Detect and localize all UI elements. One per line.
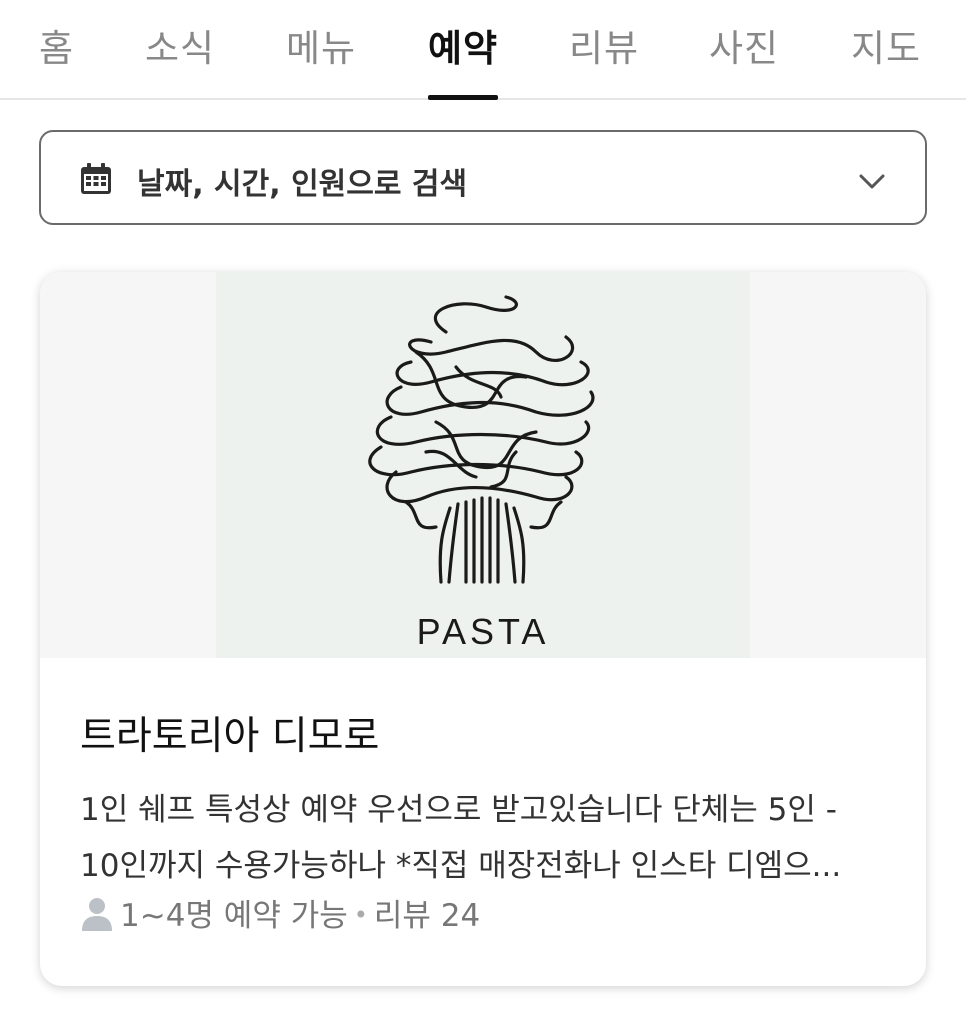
tab-reservation-label: 예약 (428, 27, 499, 70)
calendar-icon (81, 163, 111, 194)
active-tab-indicator (428, 95, 499, 100)
card-meta: 1~4명 예약 가능 • 리뷰 24 (80, 890, 480, 935)
person-icon (82, 898, 112, 931)
search-label: 날짜, 시간, 인원으로 검색 (137, 167, 468, 202)
card-image-area: PASTA (40, 272, 926, 658)
tab-menu[interactable]: 메뉴 (286, 18, 356, 100)
pasta-tree-logo: PASTA (368, 295, 595, 652)
restaurant-description: 1인 쉐프 특성상 예약 우선으로 받고있습니다 단체는 5인 - 10인까지 … (80, 782, 880, 894)
meta-separator: • (353, 901, 368, 929)
restaurant-card[interactable]: PASTA 트라토리아 디모로 1인 쉐프 특성상 예약 우선으로 받고있습니다… (40, 272, 926, 986)
tab-photos[interactable]: 사진 (709, 18, 779, 100)
tab-reservation[interactable]: 예약 (428, 18, 499, 100)
tab-news[interactable]: 소식 (145, 18, 215, 100)
review-count: 리뷰 24 (373, 898, 481, 934)
capacity-text: 1~4명 예약 가능 (120, 898, 348, 934)
restaurant-name: 트라토리아 디모로 (80, 714, 380, 759)
tab-reviews[interactable]: 리뷰 (569, 18, 639, 100)
chevron-down-icon (859, 174, 885, 189)
description-line-1: 1인 쉐프 특성상 예약 우선으로 받고있습니다 단체는 5인 - (80, 792, 837, 828)
tab-home[interactable]: 홈 (39, 18, 74, 100)
restaurant-logo-image: PASTA (216, 272, 750, 658)
description-line-2: 10인까지 수용가능하나 *직접 매장전화나 인스타 디엠으... (80, 848, 842, 884)
logo-text: PASTA (417, 611, 550, 652)
tab-map[interactable]: 지도 (851, 18, 921, 100)
tab-bar: 홈 소식 메뉴 예약 리뷰 사진 지도 (0, 0, 966, 100)
reservation-search-dropdown[interactable]: 날짜, 시간, 인원으로 검색 (39, 130, 927, 225)
